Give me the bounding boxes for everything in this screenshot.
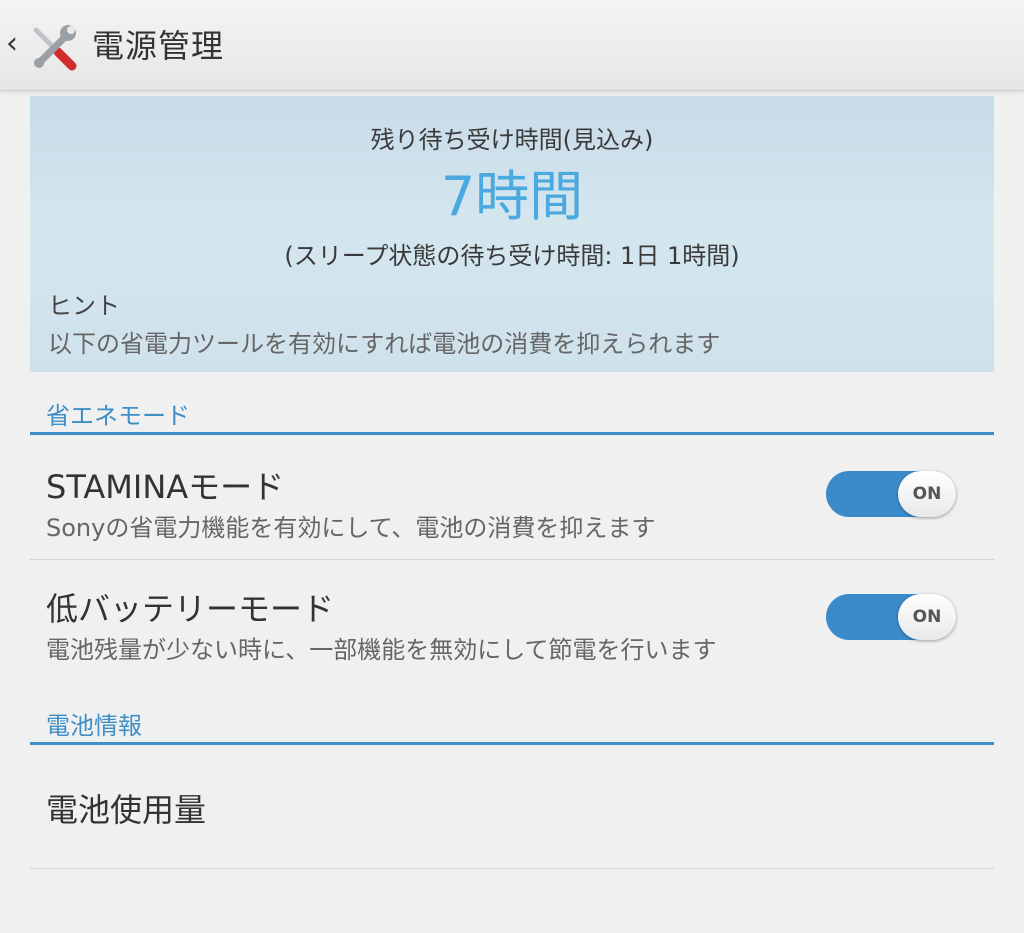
setting-title: STAMINAモード [46,468,285,506]
section-header-battery-info: 電池情報 [30,702,994,745]
section-header-label: 省エネモード [46,402,190,430]
toggle-knob: ON [898,594,956,640]
chevron-left-icon[interactable]: ‹ [6,26,26,62]
standby-estimate-label: 残り待ち受け時間(見込み) [370,126,654,154]
action-bar: ‹ 電源管理 [0,0,1024,91]
standby-estimate-value: 7時間 [440,165,584,228]
setting-subtitle: Sonyの省電力機能を有効にして、電池の消費を抑えます [46,514,656,542]
setting-row-low-battery-mode[interactable]: 低バッテリーモード 電池残量が少ない時に、一部機能を無効にして節電を行います O… [30,560,994,678]
setting-row-stamina-mode[interactable]: STAMINAモード Sonyの省電力機能を有効にして、電池の消費を抑えます O… [30,436,994,560]
low-battery-mode-toggle[interactable]: ON [826,594,956,640]
section-header-label: 電池情報 [46,712,142,740]
tools-icon[interactable] [28,20,80,72]
setting-row-battery-usage[interactable]: 電池使用量 [30,745,994,869]
setting-title: 低バッテリーモード [46,590,335,628]
hint-text: 以下の省電力ツールを有効にすれば電池の消費を抑えられます [48,330,721,358]
stamina-mode-toggle[interactable]: ON [826,471,956,517]
toggle-knob: ON [898,471,956,517]
standby-estimate-panel: 残り待ち受け時間(見込み) 7時間 (スリープ状態の待ち受け時間: 1日 1時間… [30,96,994,372]
sleep-standby-text: (スリープ状態の待ち受け時間: 1日 1時間) [284,242,740,270]
setting-title: 電池使用量 [46,791,207,829]
setting-subtitle: 電池残量が少ない時に、一部機能を無効にして節電を行います [46,636,717,664]
page-title: 電源管理 [92,27,225,65]
section-header-eco-mode: 省エネモード [30,392,994,435]
hint-title: ヒント [48,292,120,320]
